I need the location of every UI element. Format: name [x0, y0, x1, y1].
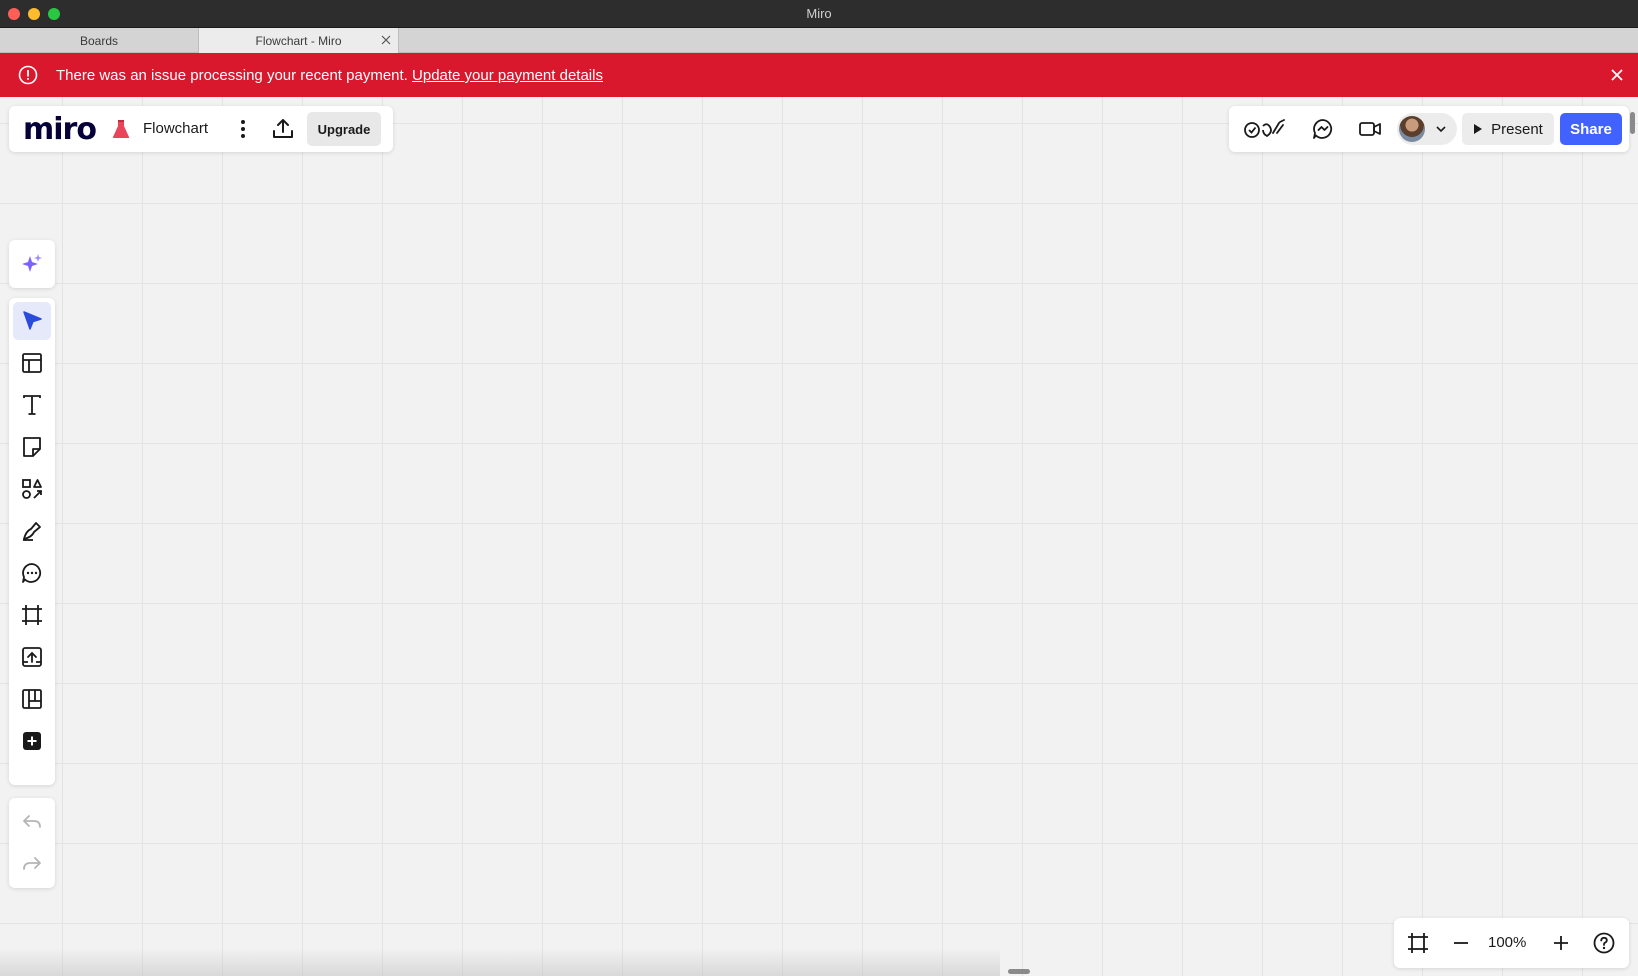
text-tool[interactable] — [13, 386, 51, 424]
tools-panel — [9, 298, 55, 785]
close-tab-icon[interactable] — [380, 34, 392, 46]
kanban-icon — [22, 689, 42, 709]
zoom-panel: 100% — [1394, 918, 1629, 968]
more-options-icon[interactable] — [231, 117, 255, 141]
frame-icon — [22, 605, 42, 625]
pen-icon — [23, 522, 41, 541]
avatar[interactable] — [1399, 116, 1425, 142]
chat-icon[interactable] — [1311, 117, 1335, 141]
present-label: Present — [1491, 120, 1543, 138]
sticky-note-tool[interactable] — [13, 428, 51, 466]
shapes-tool[interactable] — [13, 470, 51, 508]
redo-icon — [23, 857, 41, 870]
chevron-down-icon — [1436, 126, 1446, 133]
zoom-out-icon[interactable] — [1449, 931, 1473, 955]
text-icon — [23, 395, 41, 415]
upload-tool[interactable] — [13, 638, 51, 676]
canvas-fade — [0, 948, 1000, 976]
upgrade-button[interactable]: Upgrade — [307, 112, 381, 146]
play-icon — [1474, 124, 1483, 134]
fit-screen-icon[interactable] — [1406, 931, 1430, 955]
undo-button[interactable] — [13, 803, 51, 841]
zoom-level[interactable]: 100% — [1488, 934, 1526, 951]
tab-boards[interactable]: Boards — [0, 28, 199, 53]
tab-label: Boards — [79, 33, 119, 48]
redo-button[interactable] — [13, 845, 51, 883]
select-tool[interactable] — [13, 302, 51, 340]
ai-assist-button[interactable] — [13, 245, 51, 283]
plus-square-icon — [23, 732, 41, 750]
comment-tool[interactable] — [13, 554, 51, 592]
tab-label: Flowchart - Miro — [255, 33, 342, 48]
vertical-scroll-handle[interactable] — [1630, 112, 1635, 134]
board-canvas[interactable] — [0, 97, 1638, 976]
board-panel: miro Flowchart Upgrade — [9, 106, 393, 152]
sticky-note-icon — [23, 437, 41, 457]
alert-icon — [18, 65, 38, 85]
tab-flowchart[interactable]: Flowchart - Miro — [199, 28, 399, 53]
comment-icon — [22, 563, 42, 583]
horizontal-scroll-handle[interactable] — [1008, 969, 1030, 974]
history-panel — [9, 798, 55, 888]
shapes-icon — [22, 479, 42, 499]
alert-text: There was an issue processing your recen… — [56, 67, 408, 84]
tab-strip: Boards Flowchart - Miro — [0, 28, 1638, 53]
share-button[interactable]: Share — [1560, 113, 1622, 145]
upload-icon — [22, 647, 42, 667]
cursor-icon — [23, 311, 42, 330]
export-icon[interactable] — [270, 116, 296, 142]
collaboration-panel: Present Share — [1229, 106, 1629, 152]
board-name[interactable]: Flowchart — [143, 120, 208, 137]
frame-tool[interactable] — [13, 596, 51, 634]
window-titlebar: Miro — [0, 0, 1638, 28]
video-call-icon[interactable] — [1357, 117, 1383, 141]
pen-tool[interactable] — [13, 512, 51, 550]
sparkles-icon — [22, 254, 42, 272]
templates-icon — [22, 353, 42, 373]
present-button[interactable]: Present — [1462, 113, 1554, 145]
kanban-tool[interactable] — [13, 680, 51, 718]
update-payment-link[interactable]: Update your payment details — [412, 67, 603, 84]
ai-panel — [9, 240, 55, 288]
templates-tool[interactable] — [13, 344, 51, 382]
zoom-in-icon[interactable] — [1549, 931, 1573, 955]
close-icon[interactable] — [1610, 68, 1624, 82]
user-menu[interactable] — [1397, 113, 1457, 145]
miro-logo[interactable]: miro — [23, 112, 97, 147]
alert-message: There was an issue processing your recen… — [56, 67, 603, 84]
flask-icon[interactable] — [112, 119, 130, 139]
help-icon[interactable] — [1592, 931, 1616, 955]
window-title: Miro — [806, 6, 832, 21]
more-apps-tool[interactable] — [13, 722, 51, 760]
undo-icon — [23, 815, 41, 828]
payment-alert-banner: There was an issue processing your recen… — [0, 53, 1638, 97]
reactions-icon[interactable] — [1243, 117, 1287, 141]
